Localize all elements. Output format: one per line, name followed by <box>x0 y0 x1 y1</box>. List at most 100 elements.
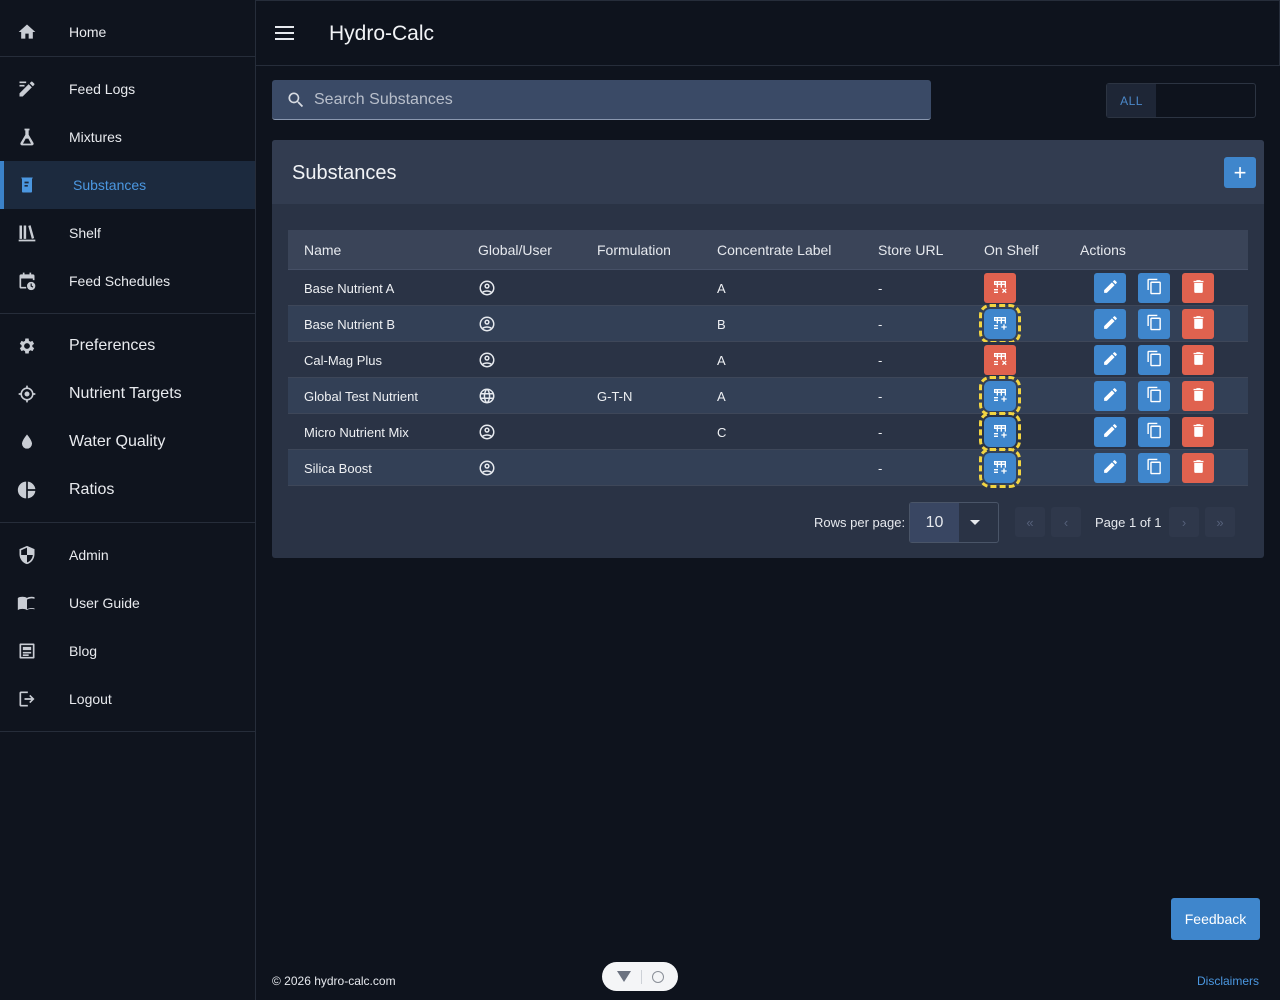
header-on-shelf[interactable]: On Shelf <box>984 242 1038 258</box>
table-remove-icon <box>992 279 1008 298</box>
delete-button[interactable] <box>1182 453 1214 483</box>
remove-from-shelf-button[interactable] <box>984 345 1016 375</box>
cell-name: Base Nutrient A <box>304 281 395 296</box>
sidebar-item-water-quality[interactable]: Water Quality <box>0 418 255 466</box>
cell-store-url: - <box>878 389 883 404</box>
table-add-icon <box>992 387 1008 406</box>
add-to-shelf-button[interactable] <box>979 376 1021 416</box>
feedback-button[interactable]: Feedback <box>1171 898 1260 940</box>
add-to-shelf-button[interactable] <box>979 304 1021 344</box>
next-page-button[interactable]: › <box>1169 507 1199 537</box>
header-concentrate-label[interactable]: Concentrate Label <box>717 242 831 258</box>
table-row: Micro Nutrient Mix C - <box>288 412 1248 452</box>
duplicate-button[interactable] <box>1138 309 1170 339</box>
pencil-icon <box>1102 386 1119 406</box>
prev-page-button[interactable]: ‹ <box>1051 507 1081 537</box>
table-row: Silica Boost - <box>288 448 1248 488</box>
sidebar-item-home[interactable]: Home <box>0 8 255 56</box>
delete-button[interactable] <box>1182 381 1214 411</box>
substances-card: Substances + Name Global/User Formulatio… <box>272 140 1264 558</box>
sidebar-item-substances[interactable]: Substances <box>0 161 255 209</box>
delete-button[interactable] <box>1182 273 1214 303</box>
sidebar-item-logout[interactable]: Logout <box>0 675 255 723</box>
shelf-icon <box>17 223 37 243</box>
sidebar-item-mixtures[interactable]: Mixtures <box>0 113 255 161</box>
first-page-button[interactable]: « <box>1015 507 1045 537</box>
sidebar-item-nutrient-targets[interactable]: Nutrient Targets <box>0 370 255 418</box>
sidebar-group: Feed Logs Mixtures Substances Shelf Feed Sch… <box>0 57 255 314</box>
sidebar-item-blog[interactable]: Blog <box>0 627 255 675</box>
sidebar-item-ratios[interactable]: Ratios <box>0 466 255 514</box>
card-title: Substances <box>292 162 397 184</box>
cell-concentrate-label: B <box>717 317 726 332</box>
sidebar-item-feed-schedules[interactable]: Feed Schedules <box>0 257 255 305</box>
cell-name: Silica Boost <box>304 461 372 476</box>
copy-icon <box>1146 386 1163 406</box>
remove-from-shelf-button[interactable] <box>984 273 1016 303</box>
table-row: Global Test Nutrient G-T-N A - <box>288 376 1248 416</box>
edit-button[interactable] <box>1094 309 1126 339</box>
pencil-icon <box>1102 278 1119 298</box>
add-to-shelf-button[interactable] <box>979 448 1021 488</box>
cell-store-url: - <box>878 281 883 296</box>
edit-button[interactable] <box>1094 417 1126 447</box>
duplicate-button[interactable] <box>1138 453 1170 483</box>
add-substance-button[interactable]: + <box>1224 157 1256 188</box>
sidebar-item-label: Home <box>69 24 107 40</box>
disclaimers-link[interactable]: Disclaimers <box>1197 974 1259 988</box>
header-name[interactable]: Name <box>304 242 341 258</box>
target-icon <box>651 970 664 983</box>
sidebar-item-label: User Guide <box>69 595 140 611</box>
sidebar-item-shelf[interactable]: Shelf <box>0 209 255 257</box>
sidebar-item-user-guide[interactable]: User Guide <box>0 579 255 627</box>
delete-button[interactable] <box>1182 417 1214 447</box>
menu-icon[interactable] <box>275 23 297 45</box>
sidebar-item-label: Blog <box>69 643 98 659</box>
filter-all-button[interactable]: ALL <box>1107 84 1156 117</box>
edit-button[interactable] <box>1094 273 1126 303</box>
delete-button[interactable] <box>1182 309 1214 339</box>
pencil-icon <box>1102 422 1119 442</box>
copyright: © 2026 hydro-calc.com <box>272 974 396 988</box>
trash-icon <box>1190 350 1207 370</box>
edit-button[interactable] <box>1094 453 1126 483</box>
sidebar-item-preferences[interactable]: Preferences <box>0 322 255 370</box>
divider <box>640 969 642 984</box>
edit-button[interactable] <box>1094 345 1126 375</box>
cell-store-url: - <box>878 353 883 368</box>
duplicate-button[interactable] <box>1138 381 1170 411</box>
logout-icon <box>17 689 37 709</box>
devtools-widget[interactable] <box>602 962 678 991</box>
sidebar-item-label: Water Quality <box>69 433 166 450</box>
cell-name: Base Nutrient B <box>304 317 396 332</box>
user-circle-icon <box>478 279 496 297</box>
sidebar-item-label: Logout <box>69 691 112 707</box>
book-icon <box>17 593 37 613</box>
header-formulation[interactable]: Formulation <box>597 242 671 258</box>
header-global-user[interactable]: Global/User <box>478 242 552 258</box>
sidebar-item-label: Nutrient Targets <box>69 385 182 402</box>
sidebar-item-label: Feed Logs <box>69 81 136 97</box>
sidebar-group: Admin User Guide Blog Logout <box>0 523 255 732</box>
copy-icon <box>1146 422 1163 442</box>
header-store-url[interactable]: Store URL <box>878 242 943 258</box>
duplicate-button[interactable] <box>1138 345 1170 375</box>
edit-button[interactable] <box>1094 381 1126 411</box>
sidebar-item-feed-logs[interactable]: Feed Logs <box>0 65 255 113</box>
add-to-shelf-button[interactable] <box>979 412 1021 452</box>
top-bar: Hydro-Calc <box>256 0 1280 66</box>
delete-button[interactable] <box>1182 345 1214 375</box>
rows-per-page-select[interactable]: 10 <box>909 502 999 543</box>
feed-logs-icon <box>17 79 37 99</box>
cell-concentrate-label: C <box>717 425 727 440</box>
cell-name: Global Test Nutrient <box>304 389 418 404</box>
search-input[interactable] <box>314 80 914 120</box>
sidebar: Home Feed Logs Mixtures Substances Shelf Feed… <box>0 0 256 1000</box>
trash-icon <box>1190 458 1207 478</box>
sidebar-item-admin[interactable]: Admin <box>0 531 255 579</box>
water-drop-icon <box>17 432 37 452</box>
duplicate-button[interactable] <box>1138 273 1170 303</box>
globe-icon <box>478 387 496 405</box>
last-page-button[interactable]: » <box>1205 507 1235 537</box>
duplicate-button[interactable] <box>1138 417 1170 447</box>
